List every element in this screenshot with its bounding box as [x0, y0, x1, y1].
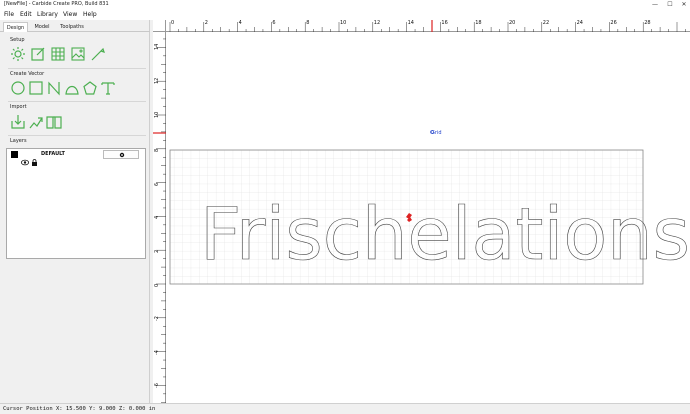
sidebar-tabs: Design Model Toolpaths	[0, 20, 150, 32]
rectangle-icon[interactable]	[28, 80, 44, 96]
ruler-top-label: 4	[238, 20, 242, 26]
close-button[interactable]: ✕	[679, 0, 689, 9]
tab-design[interactable]: Design	[3, 22, 28, 32]
section-create-vector: Create Vector	[10, 71, 45, 77]
window-title: [NewFile] - Carbide Create PRO, Build 83…	[4, 1, 109, 7]
layer-settings-button[interactable]	[103, 150, 139, 159]
divider	[8, 68, 146, 69]
curve-icon[interactable]	[64, 80, 80, 96]
ruler-top-label: 16	[441, 20, 448, 26]
ruler-left-label: -6	[154, 383, 160, 389]
menu-file[interactable]: File	[4, 9, 14, 20]
cursor-position-readout: Cursor Position X: 15.500 Y: 9.000 Z: 0.…	[3, 406, 156, 412]
grid-setup-icon[interactable]	[50, 46, 66, 62]
divider	[8, 135, 146, 136]
ruler-top-label: 28	[644, 20, 651, 26]
polygon-icon[interactable]	[82, 80, 98, 96]
title-bar: [NewFile] - Carbide Create PRO, Build 83…	[0, 0, 690, 9]
status-bar: Cursor Position X: 15.500 Y: 9.000 Z: 0.…	[0, 403, 690, 414]
ruler-top-label: 12	[373, 20, 381, 26]
ruler-top-label: 14	[407, 20, 414, 26]
import-vector-icon[interactable]	[10, 114, 26, 130]
menu-help[interactable]: Help	[83, 9, 97, 20]
text-object[interactable]: Frischelations	[200, 192, 690, 277]
job-setup-icon[interactable]	[10, 46, 26, 62]
import-model-icon[interactable]	[28, 114, 44, 130]
polyline-icon[interactable]	[46, 80, 62, 96]
menu-bar: File Edit Library View Help	[0, 9, 690, 20]
menu-view[interactable]: View	[63, 9, 77, 20]
tab-toolpaths[interactable]: Toolpaths	[56, 22, 88, 32]
section-setup: Setup	[10, 37, 25, 43]
circle-icon[interactable]	[10, 80, 26, 96]
import-library-icon[interactable]	[46, 114, 62, 130]
minimize-button[interactable]: —	[650, 0, 660, 9]
divider	[8, 101, 146, 102]
gear-icon	[119, 152, 125, 158]
ruler-top-label: 24	[576, 20, 583, 26]
ruler-left-label: 0	[154, 283, 160, 287]
eye-icon[interactable]	[21, 151, 29, 166]
app-window: [NewFile] - Carbide Create PRO, Build 83…	[0, 0, 690, 414]
layers-panel: DEFAULT	[6, 148, 146, 259]
ruler-top-label: 18	[475, 20, 482, 26]
ruler-left-label: -4	[154, 349, 160, 355]
maximize-button[interactable]: ☐	[665, 0, 675, 9]
layer-color-swatch[interactable]	[11, 151, 18, 158]
grid-label: Grid	[431, 130, 442, 136]
ruler-top-label: 26	[610, 20, 617, 26]
ruler-top-label: 2	[204, 20, 208, 26]
ruler-top-label: 6	[272, 20, 276, 26]
ruler-top-label: 10	[340, 20, 347, 26]
text-icon[interactable]	[100, 80, 116, 96]
ruler-left-label: -2	[154, 315, 160, 321]
design-sidebar: Design Model Toolpaths Setup Create Vect…	[0, 20, 150, 403]
ruler-left-label: 6	[154, 182, 160, 186]
ruler-left-label: 14	[154, 44, 160, 51]
tab-model[interactable]: Model	[30, 22, 54, 32]
image-icon[interactable]	[70, 46, 86, 62]
ruler-left-label: 4	[154, 216, 160, 220]
ruler-left-label: 12	[154, 77, 160, 85]
layer-name: DEFAULT	[41, 151, 65, 157]
edit-job-icon[interactable]	[30, 46, 46, 62]
ruler-top-label: 0	[171, 20, 175, 26]
menu-library[interactable]: Library	[37, 9, 58, 20]
ruler-top-label: 20	[509, 20, 516, 26]
tool-library-icon[interactable]	[90, 46, 106, 62]
ruler-corner	[153, 20, 166, 32]
layer-row[interactable]: DEFAULT	[7, 149, 145, 166]
ruler-left-label: 10	[154, 111, 160, 118]
lock-icon[interactable]	[31, 151, 38, 166]
ruler-left-label: 2	[154, 250, 160, 254]
section-layers: Layers	[10, 138, 27, 144]
section-import: Import	[10, 104, 27, 110]
menu-edit[interactable]: Edit	[20, 9, 32, 20]
canvas-drawing[interactable]: Frischelations	[166, 33, 690, 403]
ruler-top-label: 22	[542, 20, 550, 26]
ruler-left-label: 8	[154, 148, 160, 152]
ruler-top-label: 8	[306, 20, 310, 26]
